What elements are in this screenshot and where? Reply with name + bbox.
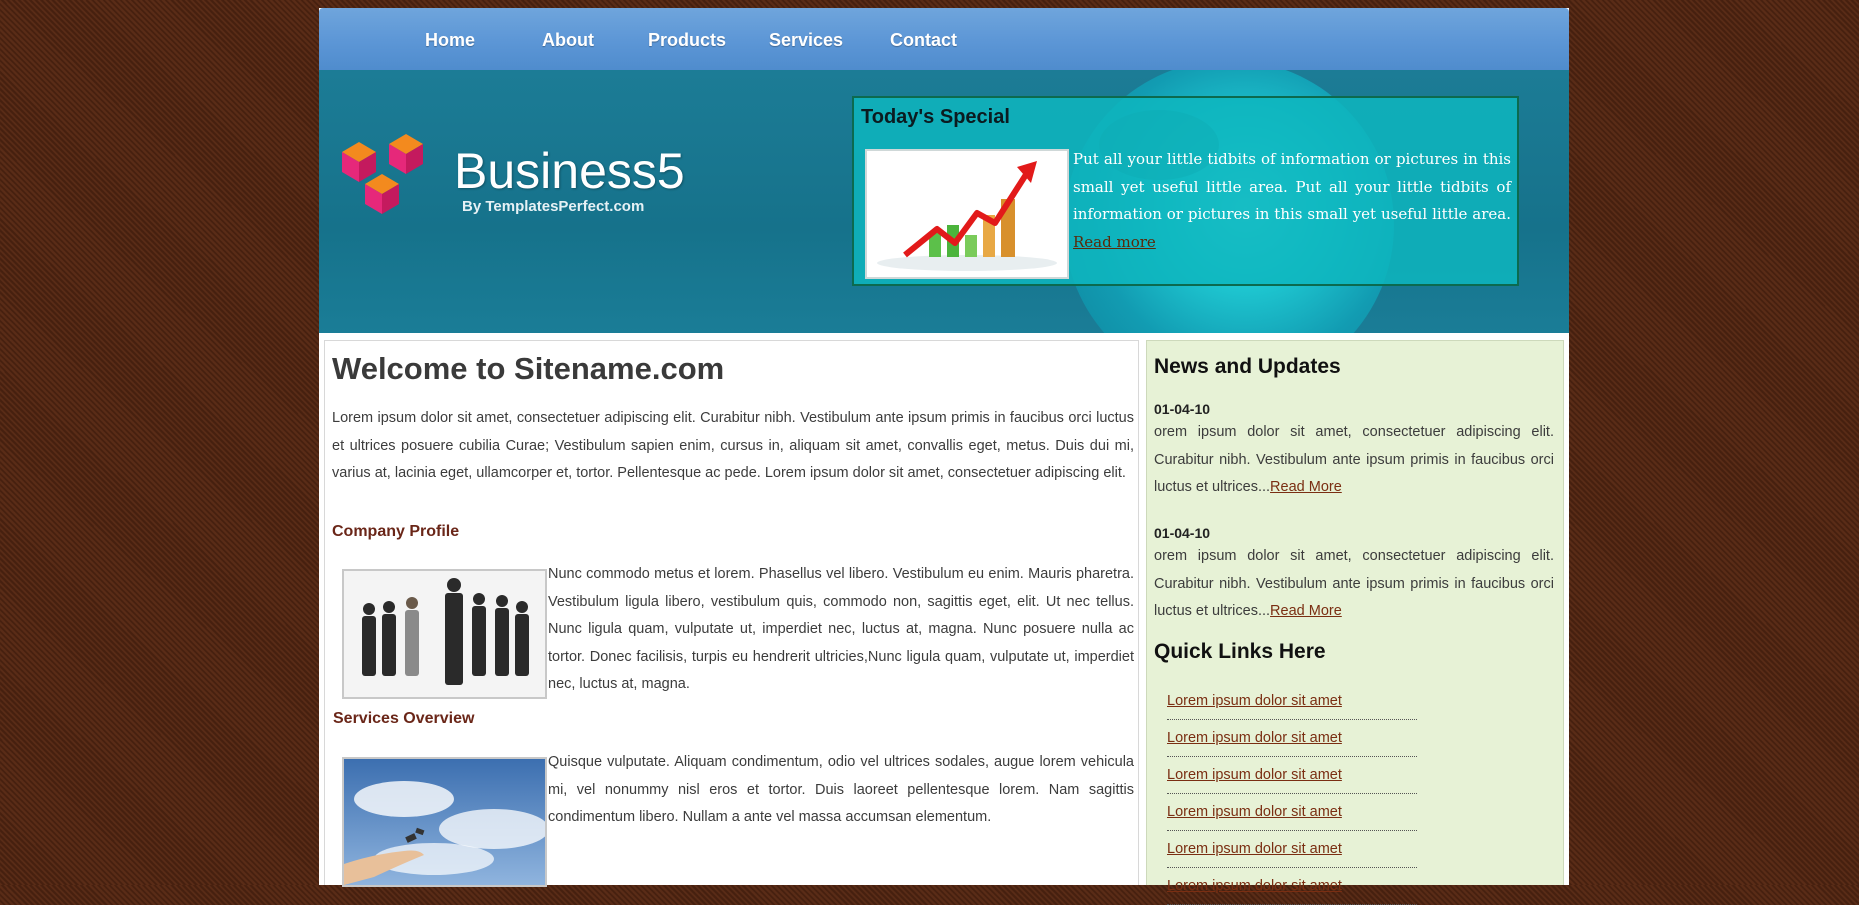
nav-home[interactable]: Home bbox=[425, 30, 475, 51]
todays-special-box: Today's Special Put all your little tidb… bbox=[852, 96, 1519, 286]
nav-products[interactable]: Products bbox=[648, 30, 726, 51]
page-title: Welcome to Sitename.com bbox=[332, 351, 725, 386]
company-profile-heading: Company Profile bbox=[332, 523, 460, 540]
cubes-logo-icon bbox=[342, 134, 423, 214]
sidebar: News and Updates 01-04-10 orem ipsum dol… bbox=[1146, 340, 1564, 905]
todays-special-title: Today's Special bbox=[861, 106, 1010, 128]
services-overview-heading: Services Overview bbox=[333, 710, 475, 727]
business-team-photo bbox=[342, 569, 547, 699]
news-title: News and Updates bbox=[1154, 355, 1341, 378]
top-navigation: Home About Products Services Contact bbox=[319, 8, 1569, 70]
site-brand-title: Business5 bbox=[454, 143, 685, 199]
growth-chart-image bbox=[865, 149, 1069, 279]
company-profile-text: Nunc commodo metus et lorem. Phasellus v… bbox=[548, 566, 1134, 692]
todays-special-text: Put all your little tidbits of informati… bbox=[1073, 150, 1511, 251]
quick-links-title: Quick Links Here bbox=[1154, 640, 1326, 663]
intro-paragraph: Lorem ipsum dolor sit amet, consectetuer… bbox=[332, 410, 1134, 481]
nav-contact[interactable]: Contact bbox=[890, 30, 957, 51]
nav-about[interactable]: About bbox=[542, 30, 594, 51]
header-banner: Business5 By TemplatesPerfect.com Today'… bbox=[319, 70, 1569, 333]
quick-link[interactable]: Lorem ipsum dolor sit amet bbox=[1167, 693, 1417, 720]
hand-sky-photo bbox=[342, 757, 547, 887]
special-read-more-link[interactable]: Read more bbox=[1073, 233, 1156, 251]
news-read-more-link[interactable]: Read More bbox=[1270, 479, 1342, 495]
page-wrapper: Home About Products Services Contact Bus… bbox=[319, 8, 1569, 905]
quick-link[interactable]: Lorem ipsum dolor sit amet bbox=[1167, 730, 1417, 757]
quick-link[interactable]: Lorem ipsum dolor sit amet bbox=[1167, 878, 1417, 905]
services-overview-text: Quisque vulputate. Aliquam condimentum, … bbox=[548, 754, 1134, 825]
news-date: 01-04-10 bbox=[1154, 401, 1211, 417]
quick-link[interactable]: Lorem ipsum dolor sit amet bbox=[1167, 841, 1417, 868]
news-item: orem ipsum dolor sit amet, consectetuer … bbox=[1154, 424, 1554, 495]
news-item: orem ipsum dolor sit amet, consectetuer … bbox=[1154, 548, 1554, 619]
site-byline: By TemplatesPerfect.com bbox=[462, 198, 645, 215]
news-date: 01-04-10 bbox=[1154, 525, 1211, 541]
nav-services[interactable]: Services bbox=[769, 30, 843, 51]
news-read-more-link[interactable]: Read More bbox=[1270, 603, 1342, 619]
quick-link[interactable]: Lorem ipsum dolor sit amet bbox=[1167, 767, 1417, 794]
main-content: Welcome to Sitename.com Lorem ipsum dolo… bbox=[324, 340, 1139, 887]
quick-link[interactable]: Lorem ipsum dolor sit amet bbox=[1167, 804, 1417, 831]
